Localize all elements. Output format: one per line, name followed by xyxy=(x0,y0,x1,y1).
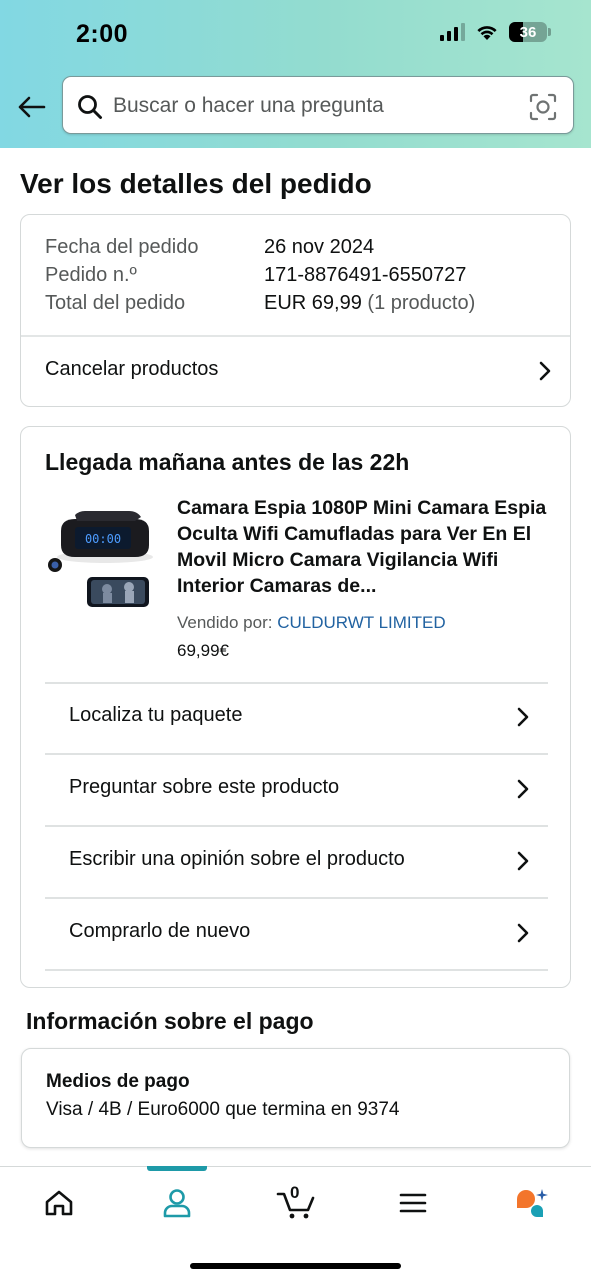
tab-menu[interactable] xyxy=(383,1181,443,1225)
payment-method-value: Visa / 4B / Euro6000 que termina en 9374 xyxy=(46,1099,400,1120)
bottom-tab-bar: 0 xyxy=(0,1166,591,1280)
menu-icon xyxy=(399,1193,427,1213)
assistant-icon xyxy=(517,1189,548,1217)
active-tab-indicator xyxy=(147,1166,207,1171)
clock-display-text: 00:00 xyxy=(85,532,121,546)
chevron-right-icon xyxy=(517,923,529,943)
track-package-button[interactable]: Localiza tu paquete xyxy=(45,682,548,754)
chevron-right-icon xyxy=(517,779,529,799)
tab-account[interactable] xyxy=(147,1181,207,1225)
delivery-card: Llegada mañana antes de las 22h 00:00 Ca… xyxy=(20,426,571,988)
cart-count: 0 xyxy=(290,1183,300,1202)
payment-section-title: Información sobre el pago xyxy=(26,1008,314,1034)
sold-by-label: Vendido por: xyxy=(177,613,273,632)
ask-product-question-button[interactable]: Preguntar sobre este producto xyxy=(45,754,548,826)
order-total-label: Total del pedido xyxy=(45,292,186,314)
chevron-right-icon xyxy=(517,851,529,871)
status-time: 2:00 xyxy=(76,20,129,48)
tab-cart[interactable]: 0 xyxy=(266,1181,326,1225)
delivery-title: Llegada mañana antes de las 22h xyxy=(45,449,410,475)
chevron-right-icon xyxy=(517,707,529,727)
order-summary-card: Fecha del pedido 26 nov 2024 Pedido n.º … xyxy=(20,214,571,407)
page-title: Ver los detalles del pedido xyxy=(20,168,372,199)
cellular-signal-icon xyxy=(440,23,465,41)
tab-home[interactable] xyxy=(29,1181,89,1225)
back-button[interactable] xyxy=(14,92,48,122)
order-total-amount: EUR 69,99 xyxy=(264,292,362,314)
search-input[interactable] xyxy=(113,91,513,121)
cancel-products-label: Cancelar productos xyxy=(45,358,219,380)
battery-percent: 36 xyxy=(519,23,537,41)
order-number-label: Pedido n.º xyxy=(45,264,137,286)
order-date-value: 26 nov 2024 xyxy=(264,236,375,258)
action-label: Escribir una opinión sobre el producto xyxy=(69,848,405,870)
write-review-button[interactable]: Escribir una opinión sobre el producto xyxy=(45,826,548,898)
tab-assistant[interactable] xyxy=(501,1181,561,1225)
divider xyxy=(45,969,548,971)
home-icon xyxy=(45,1190,73,1216)
order-date-label: Fecha del pedido xyxy=(45,236,199,258)
home-indicator xyxy=(190,1263,401,1269)
order-total-value: EUR 69,99 (1 producto) xyxy=(264,292,475,315)
buy-again-button[interactable]: Comprarlo de nuevo xyxy=(45,898,548,970)
camera-search-icon[interactable] xyxy=(529,93,557,121)
chevron-right-icon xyxy=(539,361,551,381)
account-icon xyxy=(163,1189,191,1218)
status-icons: 36 xyxy=(440,22,551,42)
cancel-products-button[interactable]: Cancelar productos xyxy=(21,336,570,406)
search-icon xyxy=(78,95,102,119)
product-price: 69,99€ xyxy=(177,641,229,660)
sold-by: Vendido por: CULDURWT LIMITED xyxy=(177,613,446,633)
seller-link[interactable]: CULDURWT LIMITED xyxy=(277,613,445,632)
arrow-left-icon xyxy=(18,96,46,118)
wifi-icon xyxy=(477,26,497,40)
payment-card: Medios de pago Visa / 4B / Euro6000 que … xyxy=(21,1048,570,1148)
action-label: Comprarlo de nuevo xyxy=(69,920,251,942)
action-label: Preguntar sobre este producto xyxy=(69,776,340,798)
action-label: Localiza tu paquete xyxy=(69,704,243,726)
order-total-count: (1 producto) xyxy=(367,292,476,314)
product-title-link[interactable]: Camara Espia 1080P Mini Camara Espia Ocu… xyxy=(177,495,549,599)
order-number-value: 171-8876491-6550727 xyxy=(264,264,467,286)
product-image[interactable]: 00:00 xyxy=(45,507,155,607)
app-header: 2:00 36 xyxy=(0,0,591,148)
search-bar[interactable] xyxy=(62,76,574,134)
battery-icon: 36 xyxy=(509,22,551,42)
payment-method-title: Medios de pago xyxy=(46,1071,190,1092)
